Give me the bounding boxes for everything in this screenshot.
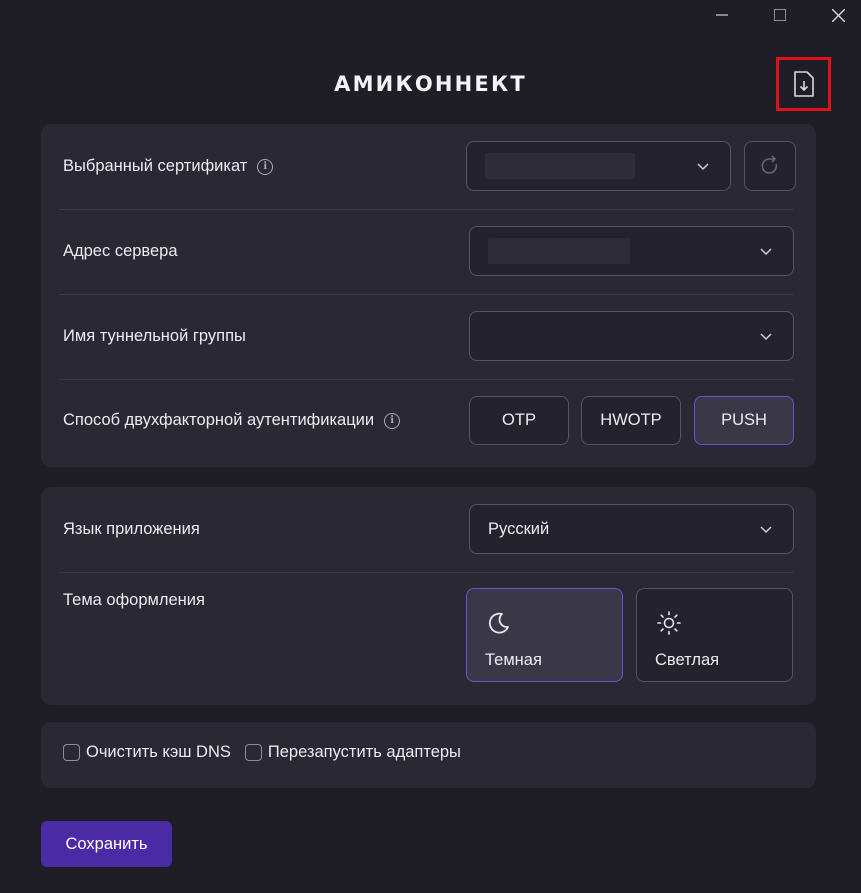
connection-panel: Выбранный сертификат i Адрес сервера Имя…: [41, 124, 816, 467]
close-button[interactable]: [818, 0, 858, 30]
appearance-panel: Язык приложения Русский Тема оформления …: [41, 487, 816, 705]
theme-light-label: Светлая: [655, 651, 720, 669]
hidden-value: [485, 153, 635, 179]
maximize-icon: [774, 9, 786, 21]
app-title: АМИКОННЕКТ: [334, 72, 527, 96]
chevron-down-icon: [697, 163, 709, 171]
divider: [59, 572, 794, 573]
chevron-down-icon: [760, 333, 772, 341]
restart-adapters-checkbox[interactable]: Перезапустить адаптеры: [244, 743, 461, 762]
certificate-row: Выбранный сертификат i: [59, 124, 796, 209]
twofa-option-hwotp[interactable]: HWOTP: [581, 396, 681, 445]
twofa-option-push[interactable]: PUSH: [694, 396, 794, 445]
minimize-icon: [716, 14, 728, 16]
clear-dns-label: Очистить кэш DNS: [86, 743, 231, 761]
language-row: Язык приложения Русский: [59, 487, 794, 572]
server-row: Адрес сервера: [59, 209, 794, 294]
certificate-label: Выбранный сертификат: [63, 157, 248, 175]
save-button[interactable]: Сохранить: [41, 821, 172, 867]
language-label: Язык приложения: [63, 520, 200, 538]
refresh-certificate-button[interactable]: [744, 141, 796, 191]
twofa-row: Способ двухфакторной аутентификации i OT…: [59, 379, 794, 467]
theme-option-dark[interactable]: Темная: [466, 588, 623, 682]
maximize-button[interactable]: [760, 0, 800, 30]
server-select[interactable]: [469, 226, 794, 276]
twofa-option-otp[interactable]: OTP: [469, 396, 569, 445]
theme-dark-label: Темная: [485, 651, 542, 669]
options-panel: Очистить кэш DNS Перезапустить адаптеры: [41, 722, 816, 788]
file-download-icon: [793, 71, 814, 97]
export-config-button[interactable]: [776, 57, 831, 111]
language-value: Русский: [488, 519, 550, 538]
server-label: Адрес сервера: [63, 242, 178, 260]
restart-adapters-label: Перезапустить адаптеры: [267, 743, 461, 761]
sun-icon: [657, 611, 681, 635]
checkbox-box[interactable]: [244, 744, 262, 761]
hidden-value: [488, 238, 630, 264]
checkbox-box[interactable]: [63, 744, 80, 761]
chevron-down-icon: [760, 248, 772, 256]
language-select[interactable]: Русский: [469, 504, 794, 554]
twofa-label: Способ двухфакторной аутентификации: [63, 411, 375, 429]
minimize-button[interactable]: [702, 0, 742, 30]
tunnel-group-label: Имя туннельной группы: [63, 327, 246, 345]
refresh-icon: [761, 155, 778, 174]
tunnel-group-select[interactable]: [469, 311, 794, 361]
close-icon: [831, 8, 845, 22]
tunnel-group-row: Имя туннельной группы: [59, 294, 794, 379]
theme-option-light[interactable]: Светлая: [636, 588, 793, 682]
info-icon[interactable]: i: [384, 412, 401, 429]
theme-label: Тема оформления: [63, 591, 205, 609]
info-icon[interactable]: i: [257, 158, 274, 175]
moon-icon: [488, 612, 509, 634]
chevron-down-icon: [760, 526, 772, 534]
certificate-select[interactable]: [466, 141, 731, 191]
clear-dns-checkbox[interactable]: Очистить кэш DNS: [63, 743, 231, 762]
